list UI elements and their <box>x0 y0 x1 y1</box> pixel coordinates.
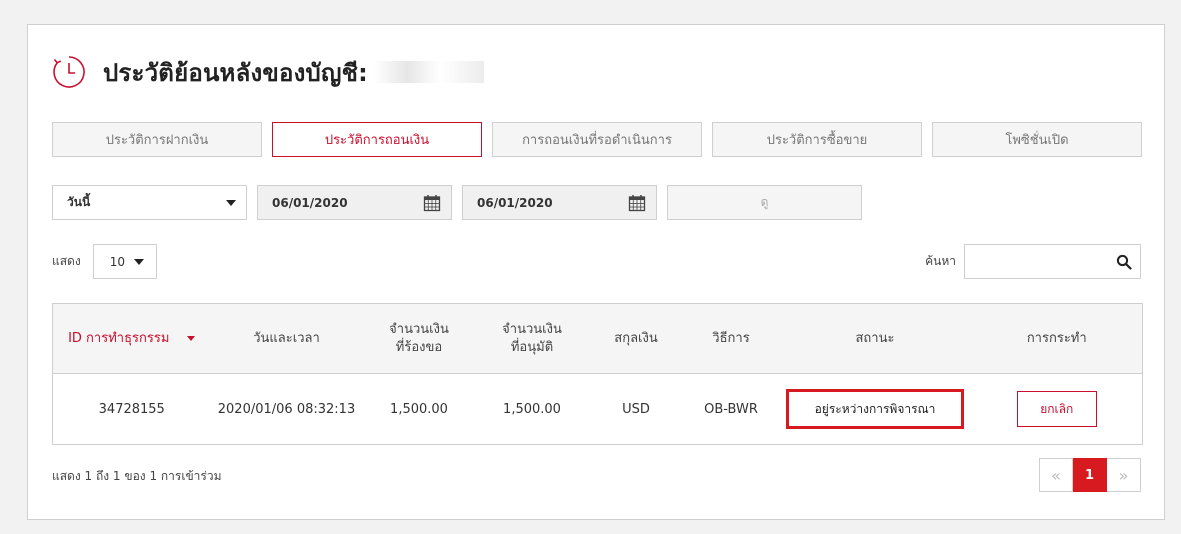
tab-deposit-history[interactable]: ประวัติการฝากเงิน <box>52 122 262 157</box>
page-size-control: แสดง 10 <box>52 244 157 279</box>
date-to-field[interactable]: 06/01/2020 <box>462 185 657 220</box>
cell-method: OB-BWR <box>704 401 758 417</box>
column-header-requested-line1: จำนวนเงิน <box>389 321 449 337</box>
history-clock-icon <box>51 54 87 90</box>
masked-account-number <box>373 61 484 83</box>
pagination-page-1[interactable]: 1 <box>1073 458 1107 492</box>
column-header-datetime[interactable]: วันและเวลา <box>210 303 363 374</box>
cell-requested-amount: 1,500.00 <box>390 401 448 417</box>
page-title: ประวัติย้อนหลังของบัญชี: <box>103 58 368 87</box>
tab-trade-history[interactable]: ประวัติการซื้อขาย <box>712 122 922 157</box>
history-tabs: ประวัติการฝากเงิน ประวัติการถอนเงิน การถ… <box>52 122 1142 157</box>
date-from-field[interactable]: 06/01/2020 <box>257 185 452 220</box>
search-icon[interactable] <box>1116 254 1132 270</box>
cell-approved-amount: 1,500.00 <box>503 401 561 417</box>
column-header-action: การกระทำ <box>971 303 1143 374</box>
table-info: แสดง 1 ถึง 1 ของ 1 การเข้าร่วม <box>52 469 222 483</box>
pagination-next[interactable]: » <box>1107 458 1141 492</box>
column-header-transaction-id[interactable]: ID การทำธุรกรรม <box>52 303 211 374</box>
view-button[interactable]: ดู <box>667 185 862 220</box>
table-row: 34728155 2020/01/06 08:32:13 1,500.00 1,… <box>52 373 1143 445</box>
show-label: แสดง <box>52 254 81 268</box>
column-header-approved-line2: ที่อนุมัติ <box>510 339 554 355</box>
page-size-value: 10 <box>109 254 125 269</box>
cell-status: อยู่ระหว่างการพิจารณา <box>779 374 972 445</box>
column-header-approved-line1: จำนวนเงิน <box>502 321 562 337</box>
transactions-table-wrap: ID การทำธุรกรรม วันและเวลา จำนวนเงิน ที่… <box>52 303 1143 445</box>
column-header-requested-amount[interactable]: จำนวนเงิน ที่ร้องขอ <box>362 303 476 374</box>
period-select[interactable]: วันนี้ <box>52 185 247 220</box>
tab-pending-withdrawals[interactable]: การถอนเงินที่รอดำเนินการ <box>492 122 702 157</box>
tab-open-positions[interactable]: โพซิชั่นเปิด <box>932 122 1142 157</box>
column-header-status[interactable]: สถานะ <box>778 303 972 374</box>
cell-currency: USD <box>622 401 650 417</box>
calendar-icon[interactable] <box>628 194 646 212</box>
search-control: ค้นหา <box>925 244 1141 279</box>
period-select-value: วันนี้ <box>67 195 91 209</box>
tab-withdrawal-history[interactable]: ประวัติการถอนเงิน <box>272 122 482 157</box>
filter-bar: วันนี้ 06/01/2020 06/01/2020 ดู <box>52 185 862 220</box>
pagination-prev[interactable]: « <box>1039 458 1073 492</box>
pagination: « 1 » <box>1039 458 1141 492</box>
calendar-icon[interactable] <box>423 194 441 212</box>
cell-action: ยกเลิก <box>972 374 1143 445</box>
search-input[interactable] <box>951 245 1116 278</box>
status-badge: อยู่ระหว่างการพิจารณา <box>786 389 964 429</box>
search-box <box>951 244 1141 279</box>
sort-desc-icon <box>187 335 196 341</box>
chevron-down-icon <box>226 199 236 206</box>
column-header-method[interactable]: วิธีการ <box>683 303 779 374</box>
column-header-approved-amount[interactable]: จำนวนเงิน ที่อนุมัติ <box>475 303 589 374</box>
table-header-row: ID การทำธุรกรรม วันและเวลา จำนวนเงิน ที่… <box>52 303 1143 374</box>
account-history-panel: ประวัติย้อนหลังของบัญชี: ประวัติการฝากเง… <box>27 24 1165 520</box>
column-header-currency[interactable]: สกุลเงิน <box>588 303 684 374</box>
date-to-value: 06/01/2020 <box>477 195 553 210</box>
date-from-value: 06/01/2020 <box>272 195 348 210</box>
chevron-down-icon <box>133 258 144 265</box>
page-header: ประวัติย้อนหลังของบัญชี: <box>51 52 484 92</box>
cell-transaction-id: 34728155 <box>98 401 165 417</box>
cell-datetime: 2020/01/06 08:32:13 <box>217 401 356 417</box>
transactions-table: ID การทำธุรกรรม วันและเวลา จำนวนเงิน ที่… <box>52 303 1143 445</box>
page-size-select[interactable]: 10 <box>92 244 157 279</box>
cancel-button[interactable]: ยกเลิก <box>1016 391 1097 427</box>
column-header-requested-line2: ที่ร้องขอ <box>395 339 443 355</box>
column-header-transaction-id-label: ID การทำธุรกรรม <box>68 330 170 346</box>
